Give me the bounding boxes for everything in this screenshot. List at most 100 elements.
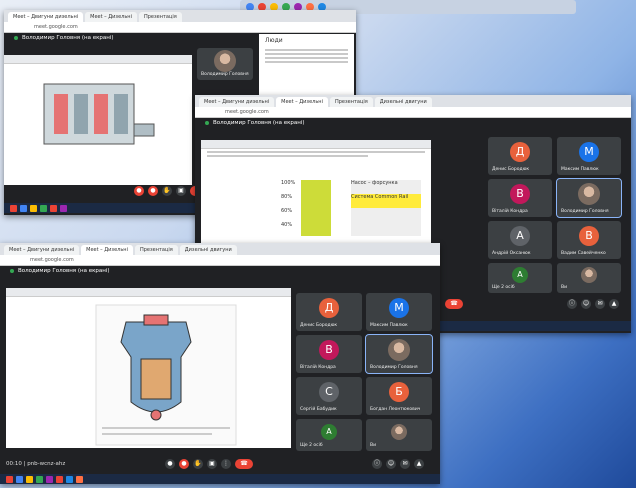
camera-button[interactable]: ●	[148, 186, 158, 196]
participant-avatar: A	[321, 423, 337, 440]
participant-name: Віталій Кондра	[300, 365, 336, 370]
participant-tile[interactable]: Ви	[366, 419, 432, 451]
participant-tile[interactable]: A Ще 2 осіб	[296, 419, 362, 451]
table-row-label: 100%	[281, 180, 296, 186]
participant-avatar: B	[319, 340, 339, 361]
end-call-button[interactable]: ☎	[445, 299, 463, 309]
participant-tile[interactable]: Ви	[557, 263, 621, 293]
participant-tile[interactable]: Б Богдан Леонтюкович	[366, 377, 432, 415]
browser-tab[interactable]: Дизельні двигуни	[179, 245, 237, 255]
table-row-label: 80%	[281, 194, 293, 200]
meeting-title: Володимир Головня (на екрані)	[0, 266, 440, 277]
participant-tile[interactable]: C Сергій Бабудик	[296, 377, 362, 415]
mic-button[interactable]: ●	[134, 186, 144, 196]
fuel-pump-diagram	[43, 83, 155, 145]
present-button[interactable]: ▣	[207, 459, 217, 469]
participant-tile[interactable]: Д Денис Бородюк	[296, 293, 362, 331]
participant-tile[interactable]: A Ще 2 осіб	[488, 263, 552, 293]
participant-tile[interactable]: A Андрій Оксанюк	[488, 221, 552, 259]
participant-avatar: Б	[389, 382, 409, 403]
browser-tab-bar: Meet – Двигуни дизельні Meet – Дизельні …	[0, 243, 440, 255]
browser-tab-bar: Meet – Двигуни дизельні Meet – Дизельні …	[195, 95, 631, 107]
camera-button[interactable]: ●	[179, 459, 189, 469]
meeting-code: 00:10 | pnb-wcnz-ahz	[6, 461, 66, 467]
participant-avatar: Д	[319, 298, 339, 319]
browser-tab[interactable]: Meet – Дизельні	[276, 97, 328, 107]
browser-tab[interactable]: Meet – Двигуни дизельні	[8, 12, 84, 22]
participant-tile[interactable]: Володимир Головня	[197, 48, 253, 80]
activities-icon[interactable]: ▲	[414, 459, 424, 469]
participant-name: Сергій Бабудик	[300, 407, 337, 412]
chat-icon[interactable]: ✉	[595, 299, 605, 309]
people-icon[interactable]: ☺	[581, 299, 591, 309]
people-icon[interactable]: ☺	[386, 459, 396, 469]
participant-tile[interactable]: Володимир Головня	[556, 178, 622, 218]
participant-photo	[581, 267, 597, 283]
participant-name: Ще 2 осіб	[492, 285, 515, 290]
participant-tile[interactable]: B Вадим Савейченко	[557, 221, 621, 259]
participant-name: Віталій Кондра	[492, 209, 528, 214]
participant-avatar: C	[319, 382, 339, 403]
participant-photo	[388, 339, 410, 362]
participant-name: Володимир Головня	[201, 72, 249, 77]
browser-tab[interactable]: Meet – Дизельні	[81, 245, 133, 255]
info-icon[interactable]: ⓘ	[567, 299, 577, 309]
shared-document	[4, 55, 192, 185]
browser-tab[interactable]: Meet – Двигуни дизельні	[199, 97, 275, 107]
browser-tab[interactable]: Презентація	[138, 12, 182, 22]
address-bar[interactable]: meet.google.com	[0, 255, 440, 266]
browser-tab[interactable]: Meet – Дизельні	[85, 12, 137, 22]
address-bar[interactable]: meet.google.com	[195, 107, 631, 118]
participant-avatar: A	[510, 226, 530, 247]
doc-toolbar	[201, 140, 431, 149]
participant-name: Максим Павлюк	[561, 167, 599, 172]
participant-name: Володимир Головня	[561, 209, 609, 214]
participant-name: Володимир Головня	[370, 365, 418, 370]
end-call-button[interactable]: ☎	[235, 459, 253, 469]
meet-controls: ● ● ✋ ▣ ⋮ ☎	[165, 458, 253, 470]
browser-tab[interactable]: Презентація	[134, 245, 178, 255]
participant-tile[interactable]: M Максим Павлюк	[557, 137, 621, 175]
address-bar[interactable]: meet.google.com	[4, 22, 356, 33]
participant-name: Ще 2 осіб	[300, 443, 323, 448]
table-right-label: Система Common Rail	[351, 194, 421, 208]
participant-name: Ви	[370, 443, 377, 448]
meet-side-controls: ⓘ ☺ ✉ ▲	[567, 298, 619, 310]
participant-avatar: M	[389, 298, 409, 319]
participant-avatar: M	[579, 142, 599, 163]
participant-name: Богдан Леонтюкович	[370, 407, 421, 412]
participant-tile[interactable]: B Віталій Кондра	[296, 335, 362, 373]
raise-hand-button[interactable]: ✋	[162, 186, 172, 196]
participant-tile[interactable]: M Максим Павлюк	[366, 293, 432, 331]
participant-tile[interactable]: Володимир Головня	[365, 334, 433, 374]
participant-tile[interactable]: Д Денис Бородюк	[488, 137, 552, 175]
participant-tile[interactable]: B Віталій Кондра	[488, 179, 552, 217]
more-options-button[interactable]: ⋮	[221, 459, 231, 469]
fuel-filter-diagram	[95, 304, 237, 446]
present-button[interactable]: ▣	[176, 186, 186, 196]
participant-name: Вадим Савейченко	[561, 251, 606, 256]
info-icon[interactable]: ⓘ	[372, 459, 382, 469]
people-panel-title: Люди	[265, 37, 283, 44]
meet-controls: ☎	[445, 298, 463, 310]
participant-name: Ви	[561, 285, 568, 290]
window-taskbar	[0, 474, 440, 484]
participant-photo	[578, 183, 600, 206]
table-right-label: Насос – форсунка	[351, 180, 421, 194]
mic-button[interactable]: ●	[165, 459, 175, 469]
activities-icon[interactable]: ▲	[609, 299, 619, 309]
participant-avatar: A	[512, 267, 528, 283]
browser-tab[interactable]: Презентація	[329, 97, 373, 107]
browser-tab[interactable]: Meet – Двигуни дизельні	[4, 245, 80, 255]
meet-window-front: Meet – Двигуни дизельні Meet – Дизельні …	[0, 243, 440, 484]
participant-name: Максим Павлюк	[370, 323, 408, 328]
table-row-label: 40%	[281, 222, 293, 228]
raise-hand-button[interactable]: ✋	[193, 459, 203, 469]
doc-toolbar	[6, 288, 291, 297]
participant-name: Денис Бородюк	[492, 167, 530, 172]
participant-avatar: B	[510, 184, 530, 205]
browser-tab[interactable]: Дизельні двигуни	[374, 97, 432, 107]
chat-icon[interactable]: ✉	[400, 459, 410, 469]
participant-photo	[391, 423, 407, 440]
table-row-label: 60%	[281, 208, 293, 214]
